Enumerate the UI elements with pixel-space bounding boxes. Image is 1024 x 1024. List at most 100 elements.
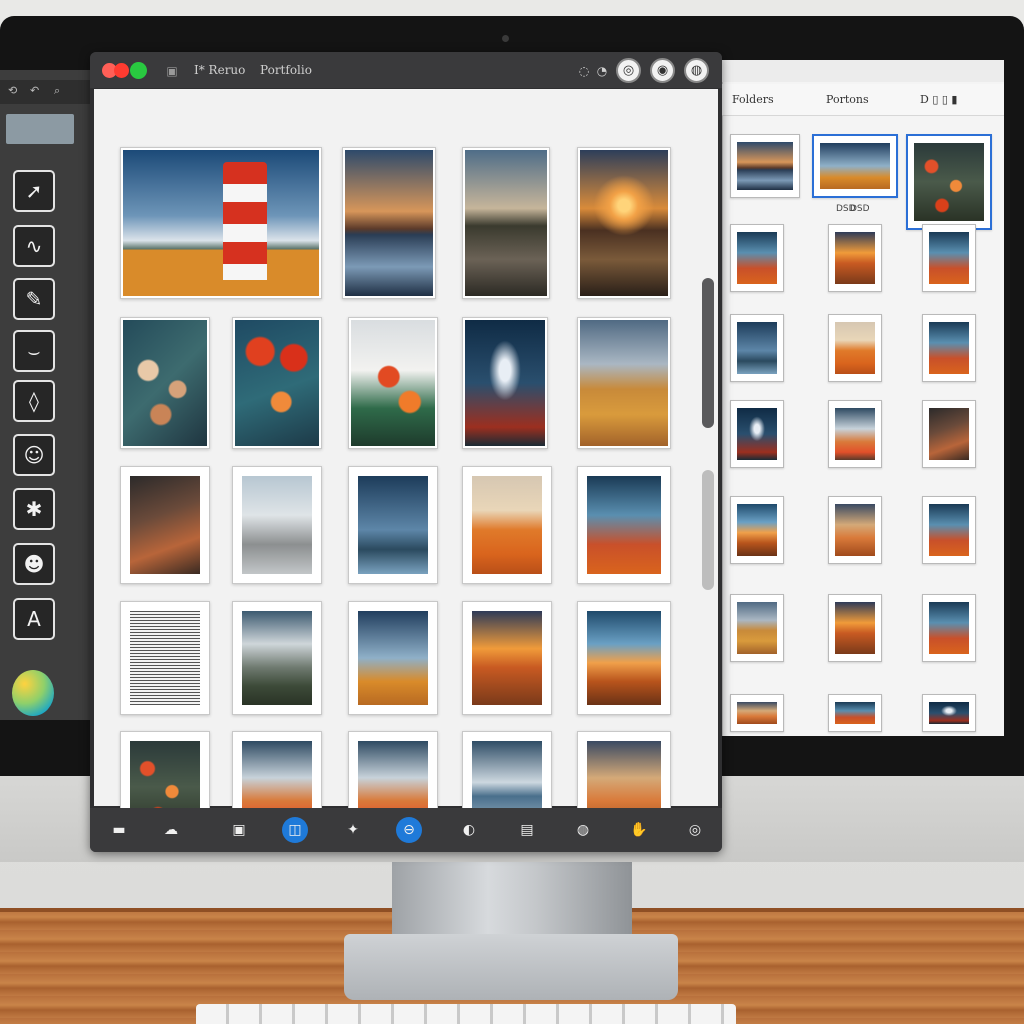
photo-thumbnail[interactable] [577,601,671,715]
browser-thumbnail[interactable] [730,694,784,732]
scrollbar-thumb-secondary[interactable] [702,470,714,590]
photo-thumbnail[interactable] [232,601,322,715]
browser-thumbnail-image [737,602,777,654]
browser-thumbnail[interactable] [922,400,976,468]
browser-thumbnail[interactable] [922,496,976,564]
browser-tools[interactable]: D ▯ ▯ ▮ [920,93,957,106]
window-dock: ▬ ☁ ▣ ◫ ✦ ⊖ ◐ ▤ ◍ ✋ ◎ [90,808,722,852]
browser-thumbnail[interactable] [730,314,784,382]
webcam [502,35,509,42]
photo-thumbnail[interactable] [348,601,438,715]
photo-thumbnail[interactable] [232,466,322,584]
browser-thumbnail-image [929,322,969,374]
settings-icon[interactable]: ◍ [570,817,596,843]
browser-thumbnail-image [914,143,984,221]
redo-icon[interactable]: ↶ [30,84,39,97]
photo-thumbnail[interactable] [462,147,550,299]
photo-thumbnail[interactable] [120,601,210,715]
browser-thumbnail-image [835,504,875,556]
browser-thumbnail[interactable] [922,694,976,732]
browser-thumbnail-image [737,142,793,190]
browser-header [722,60,1004,82]
browser-thumbnail[interactable] [922,314,976,382]
browser-thumbnail-image [929,408,969,460]
select-tool-icon[interactable]: ➚ [13,170,55,212]
sidebar-header: ⟲ ↶ ⌕ [0,80,92,104]
browser-thumbnail[interactable] [730,594,784,662]
browser-thumbnail[interactable] [730,400,784,468]
photo-thumbnail[interactable] [577,147,671,299]
photo-thumbnail[interactable] [232,317,322,449]
browser-thumbnail[interactable] [828,314,882,382]
photo-thumbnail[interactable] [120,147,322,299]
browser-thumbnail[interactable] [906,134,992,230]
photo-image [580,320,668,446]
text-tool-icon[interactable]: A [13,598,55,640]
monitor-stand-base [344,934,678,1000]
photo-image [130,476,200,574]
browser-thumbnail[interactable] [828,224,882,292]
photo-thumbnail[interactable] [577,466,671,584]
browser-thumbnail-image [737,232,777,284]
zoom-button[interactable] [130,62,147,79]
browser-thumbnail-image [737,408,777,460]
tab-folders[interactable]: Folders [732,93,774,106]
info-icon[interactable]: ◔ [592,61,612,81]
browser-thumbnail[interactable] [828,594,882,662]
undo-icon[interactable]: ⟲ [8,84,17,97]
brush-tool-icon[interactable]: ⌣ [13,330,55,372]
photo-thumbnail[interactable] [462,317,548,449]
hand-icon[interactable]: ✋ [626,817,652,843]
browser-thumbnail[interactable] [922,594,976,662]
favorite-icon[interactable]: ◉ [650,58,675,83]
browser-thumbnail-image [737,702,777,724]
minimize-button[interactable] [114,63,129,78]
tab-portons[interactable]: Portons [826,93,869,106]
photo-thumbnail[interactable] [462,466,552,584]
scrollbar-thumb[interactable] [702,278,714,428]
photo-thumbnail[interactable] [342,147,436,299]
browser-thumbnail[interactable] [828,496,882,564]
photo-thumbnail[interactable] [577,317,671,449]
photo-window: ▣ I* Reruo Portfolio ◌ ◔ ◎ ◉ ◍ ▬ ☁ ▣ ◫ ✦ ⊖ ◐ ▤ ◍… [90,52,722,852]
photo-thumbnail[interactable] [120,466,210,584]
star-icon[interactable]: ✦ [340,817,366,843]
cloud-icon[interactable]: ☁ [158,817,184,843]
browser-thumbnail[interactable] [812,134,898,198]
browser-thumbnail-image [835,602,875,654]
browser-tabs: Folders Portons D ▯ ▯ ▮ [722,84,1004,116]
folder-icon[interactable]: ◫ [282,817,308,843]
photo-thumbnail[interactable] [348,317,438,449]
photo-thumbnail[interactable] [348,466,438,584]
grid-icon[interactable]: ◌ [574,61,594,81]
zoom-icon[interactable]: ⌕ [54,84,60,98]
image-icon[interactable]: ▣ [226,817,252,843]
sidebar-preview[interactable] [6,114,74,144]
browser-thumbnail[interactable] [828,400,882,468]
sidebar-toggle-icon[interactable]: ▣ [162,61,182,81]
keyboard [196,1004,736,1024]
face-icon[interactable]: ◐ [456,817,482,843]
cloud-blue-icon[interactable]: ⊖ [396,817,422,843]
browser-thumbnail[interactable] [828,694,882,732]
hand-tool-icon[interactable]: ✎ [13,278,55,320]
camera-icon[interactable]: ◎ [682,817,708,843]
color-picker-icon[interactable] [12,670,54,716]
browser-thumbnail[interactable] [922,224,976,292]
lasso-tool-icon[interactable]: ∿ [13,225,55,267]
browser-thumbnail-image [929,702,969,724]
archive-icon[interactable]: ▤ [514,817,540,843]
browser-thumbnail[interactable] [730,496,784,564]
photo-thumbnail[interactable] [462,601,552,715]
emoji-tool-icon[interactable]: ☻ [13,543,55,585]
photo-thumbnail[interactable] [120,317,210,449]
browser-thumbnail[interactable] [730,224,784,292]
browser-thumbnail-image [929,232,969,284]
share-icon[interactable]: ◎ [616,58,641,83]
minus-icon[interactable]: ▬ [106,817,132,843]
settings-icon[interactable]: ◍ [684,58,709,83]
browser-thumbnail[interactable] [730,134,800,198]
stamp-tool-icon[interactable]: ✱ [13,488,55,530]
crop-tool-icon[interactable]: ◊ [13,380,55,422]
face-tool-icon[interactable]: ☺ [13,434,55,476]
